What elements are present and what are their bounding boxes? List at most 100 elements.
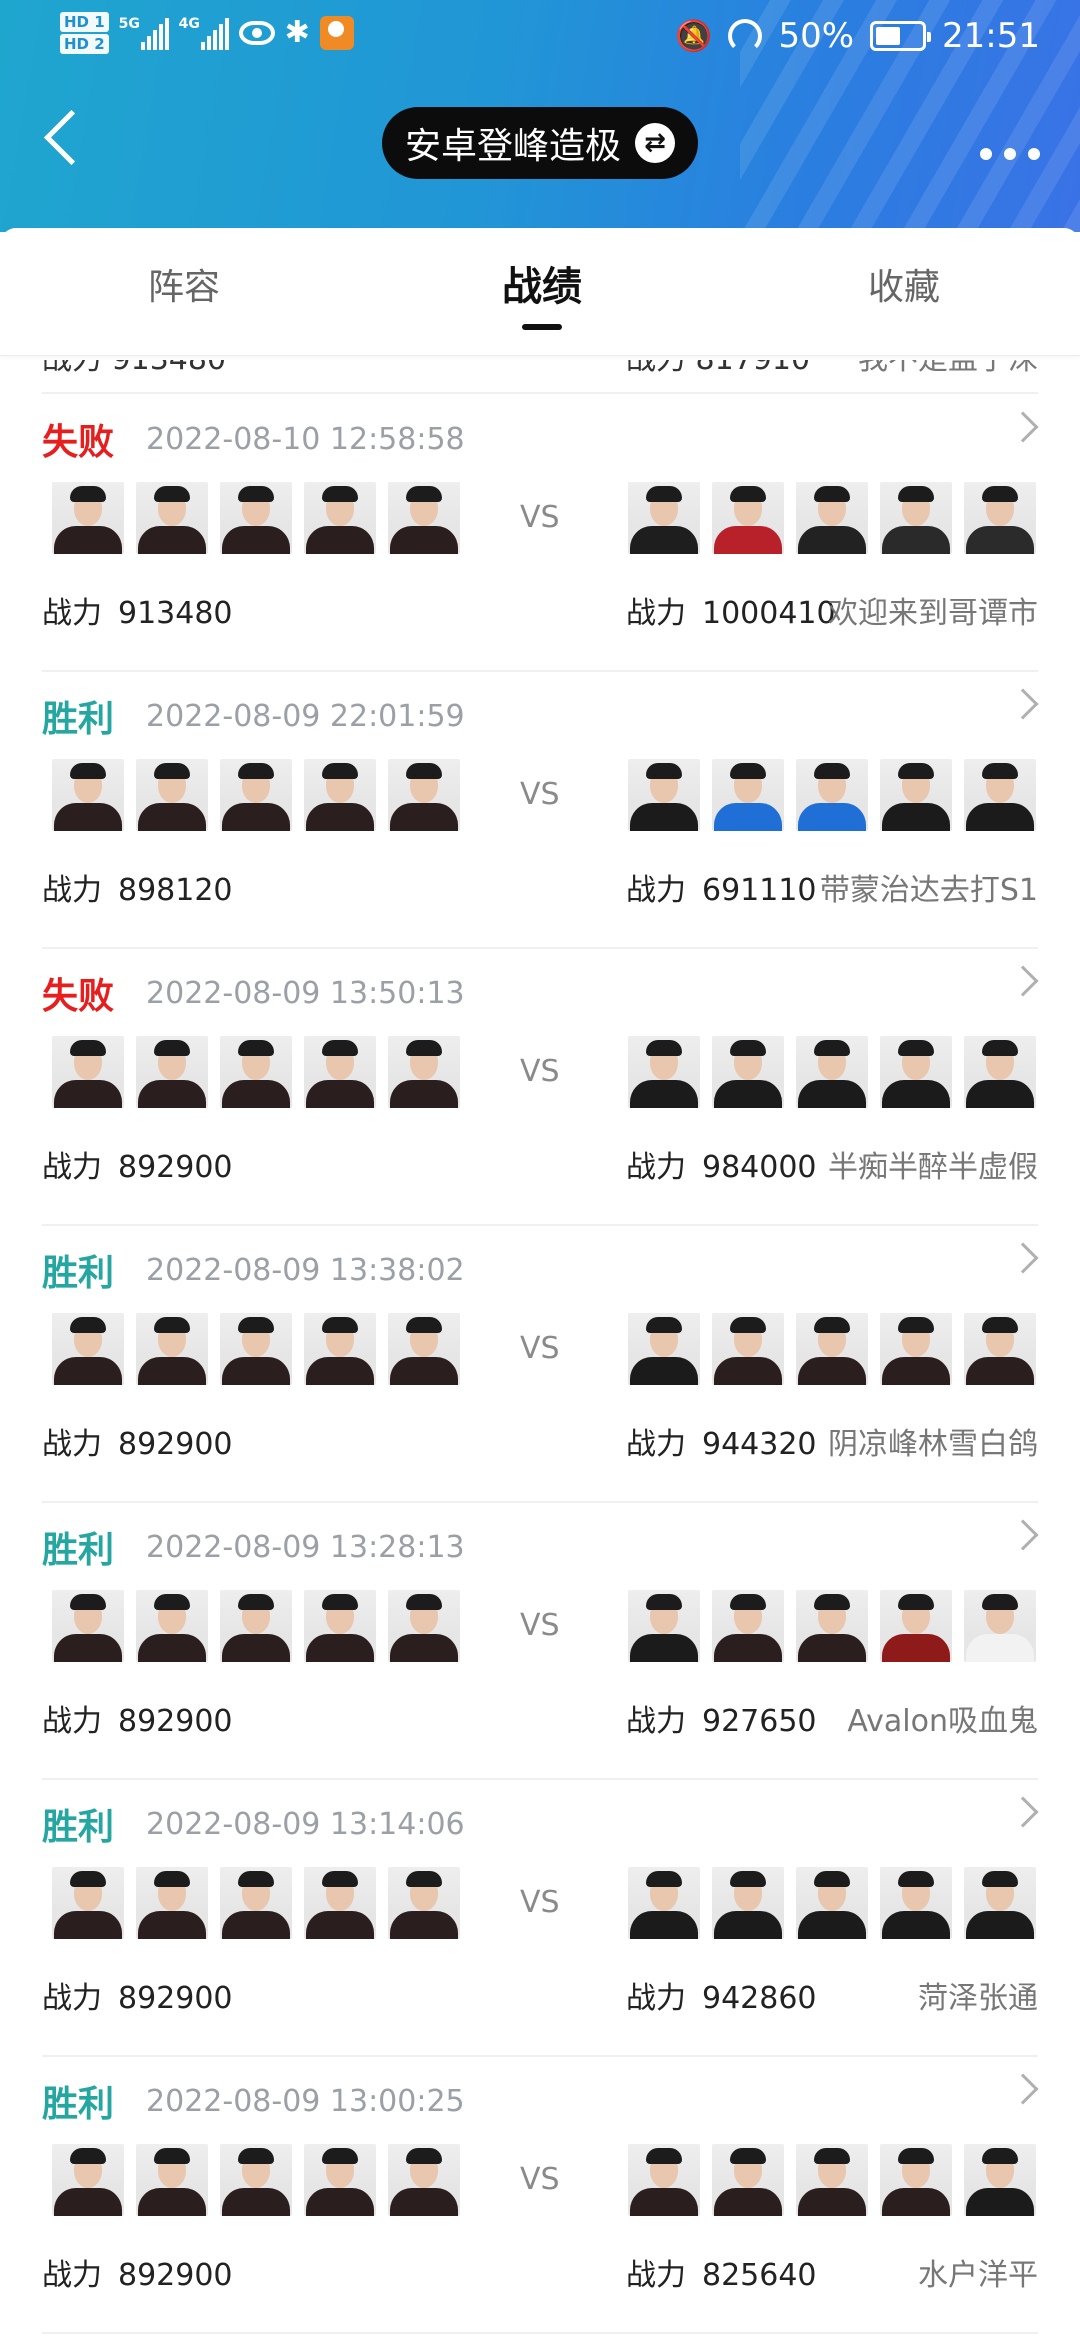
player-avatar [52, 1867, 124, 1939]
player-avatar [712, 482, 784, 554]
player-avatar [52, 759, 124, 831]
player-hair [730, 1317, 766, 1333]
partial-match-row[interactable]: 战力 913480 战力 817910 我不是孟子涞 [42, 360, 1038, 394]
player-avatar [628, 2144, 700, 2216]
player-shirt [714, 803, 782, 831]
player-shirt [630, 2188, 698, 2216]
match-result: 失败 [42, 422, 115, 463]
power-label: 战力 [42, 1704, 102, 1739]
player-shirt [714, 1634, 782, 1662]
back-button[interactable] [38, 108, 88, 168]
status-bar: HD 1 HD 2 5G 4G ✱ 🔕 50% 21:51 [0, 0, 1080, 80]
player-shirt [306, 1634, 374, 1662]
hd2-badge: HD 2 [60, 34, 109, 54]
player-hair [70, 763, 106, 779]
peek-left-power: 战力 913480 [42, 360, 226, 378]
player-hair [322, 1317, 358, 1333]
match-row[interactable]: 胜利 2022-08-09 22:01:59 VS 战力 898120 战力 6… [42, 673, 1039, 949]
player-hair [730, 1594, 766, 1610]
player-avatar [388, 759, 460, 831]
player-hair [322, 1040, 358, 1056]
chevron-right-icon[interactable] [1007, 1796, 1039, 1828]
account-switcher[interactable]: 安卓登峰造极 ⇄ [382, 107, 698, 179]
player-shirt [630, 526, 698, 554]
player-avatar [52, 482, 124, 554]
match-row[interactable]: 胜利 2022-08-09 13:28:13 VS 战力 892900 战力 9… [42, 1504, 1039, 1780]
player-avatar [712, 1313, 784, 1385]
opponent-team-avatars [628, 1867, 1036, 1939]
player-hair [814, 1871, 850, 1887]
my-power: 战力 892900 [42, 1696, 233, 1740]
opponent-name: 阴凉峰林雪白鸽 [828, 1427, 1038, 1462]
player-shirt [882, 1634, 950, 1662]
player-hair [406, 1594, 442, 1610]
tab-record[interactable]: 战绩 [502, 254, 582, 330]
chevron-right-icon[interactable] [1007, 965, 1039, 997]
opponent-power-value: 691110 [702, 873, 817, 908]
my-power: 战力 913480 [42, 588, 233, 632]
player-avatar [52, 1036, 124, 1108]
match-header: 胜利 2022-08-09 22:01:59 [42, 691, 465, 741]
match-time: 2022-08-09 22:01:59 [146, 698, 465, 734]
player-shirt [306, 2188, 374, 2216]
dot-icon [980, 148, 992, 160]
my-power: 战力 892900 [42, 2250, 233, 2294]
tab-bar: 阵容 战绩 收藏 [0, 228, 1080, 356]
player-hair [646, 1040, 682, 1056]
match-row[interactable]: 胜利 2022-08-09 13:14:06 VS 战力 892900 战力 9… [42, 1781, 1039, 2057]
vs-label: VS [520, 1885, 560, 1920]
player-shirt [966, 1080, 1034, 1108]
player-shirt [966, 1634, 1034, 1662]
player-avatar [388, 1036, 460, 1108]
player-hair [238, 763, 274, 779]
peek-right-power: 战力 817910 [626, 360, 810, 378]
player-shirt [54, 803, 122, 831]
opponent-power-value: 942860 [702, 1981, 817, 2016]
player-shirt [306, 803, 374, 831]
opponent-power-value: 825640 [702, 2258, 817, 2293]
match-row[interactable]: 失败 2022-08-10 12:58:58 VS 战力 913480 战力 1… [42, 396, 1039, 672]
player-hair [814, 2148, 850, 2164]
player-shirt [630, 1634, 698, 1662]
player-avatar [712, 1590, 784, 1662]
vs-label: VS [520, 1331, 560, 1366]
player-shirt [390, 803, 458, 831]
tab-lineup[interactable]: 阵容 [148, 258, 220, 310]
player-avatar [304, 482, 376, 554]
my-power-value: 892900 [118, 1981, 233, 2016]
player-hair [70, 1317, 106, 1333]
opponent-team-avatars [628, 1036, 1036, 1108]
player-avatar [796, 1036, 868, 1108]
player-avatar [880, 1590, 952, 1662]
player-shirt [54, 1357, 122, 1385]
power-label: 战力 [626, 1427, 686, 1462]
chevron-right-icon[interactable] [1007, 2073, 1039, 2105]
player-hair [814, 486, 850, 502]
my-power-value: 892900 [118, 2258, 233, 2293]
match-list[interactable]: 战力 913480 战力 817910 我不是孟子涞 失败 2022-08-10… [0, 360, 1080, 2340]
opponent-name: 半痴半醉半虚假 [828, 1150, 1038, 1185]
player-avatar [220, 1867, 292, 1939]
match-row[interactable]: 失败 2022-08-09 13:50:13 VS 战力 892900 战力 9… [42, 950, 1039, 1226]
player-shirt [222, 1080, 290, 1108]
more-menu-button[interactable] [980, 148, 1040, 160]
opponent-name: 带蒙治达去打S1 [819, 873, 1038, 908]
tab-favorites[interactable]: 收藏 [868, 258, 940, 310]
player-shirt [882, 526, 950, 554]
match-row[interactable]: 胜利 2022-08-09 13:00:25 VS 战力 892900 战力 8… [42, 2058, 1039, 2334]
player-shirt [882, 803, 950, 831]
match-header: 失败 2022-08-09 13:50:13 [42, 968, 465, 1018]
chevron-right-icon[interactable] [1007, 688, 1039, 720]
chevron-right-icon[interactable] [1007, 411, 1039, 443]
player-shirt [966, 803, 1034, 831]
power-label: 战力 [42, 1150, 102, 1185]
player-shirt [138, 1911, 206, 1939]
my-power-value: 913480 [118, 596, 233, 631]
player-avatar [220, 1036, 292, 1108]
player-avatar [52, 1590, 124, 1662]
chevron-right-icon[interactable] [1007, 1519, 1039, 1551]
power-label: 战力 [626, 1150, 686, 1185]
match-row[interactable]: 胜利 2022-08-09 13:38:02 VS 战力 892900 战力 9… [42, 1227, 1039, 1503]
chevron-right-icon[interactable] [1007, 1242, 1039, 1274]
opponent-team-avatars [628, 759, 1036, 831]
